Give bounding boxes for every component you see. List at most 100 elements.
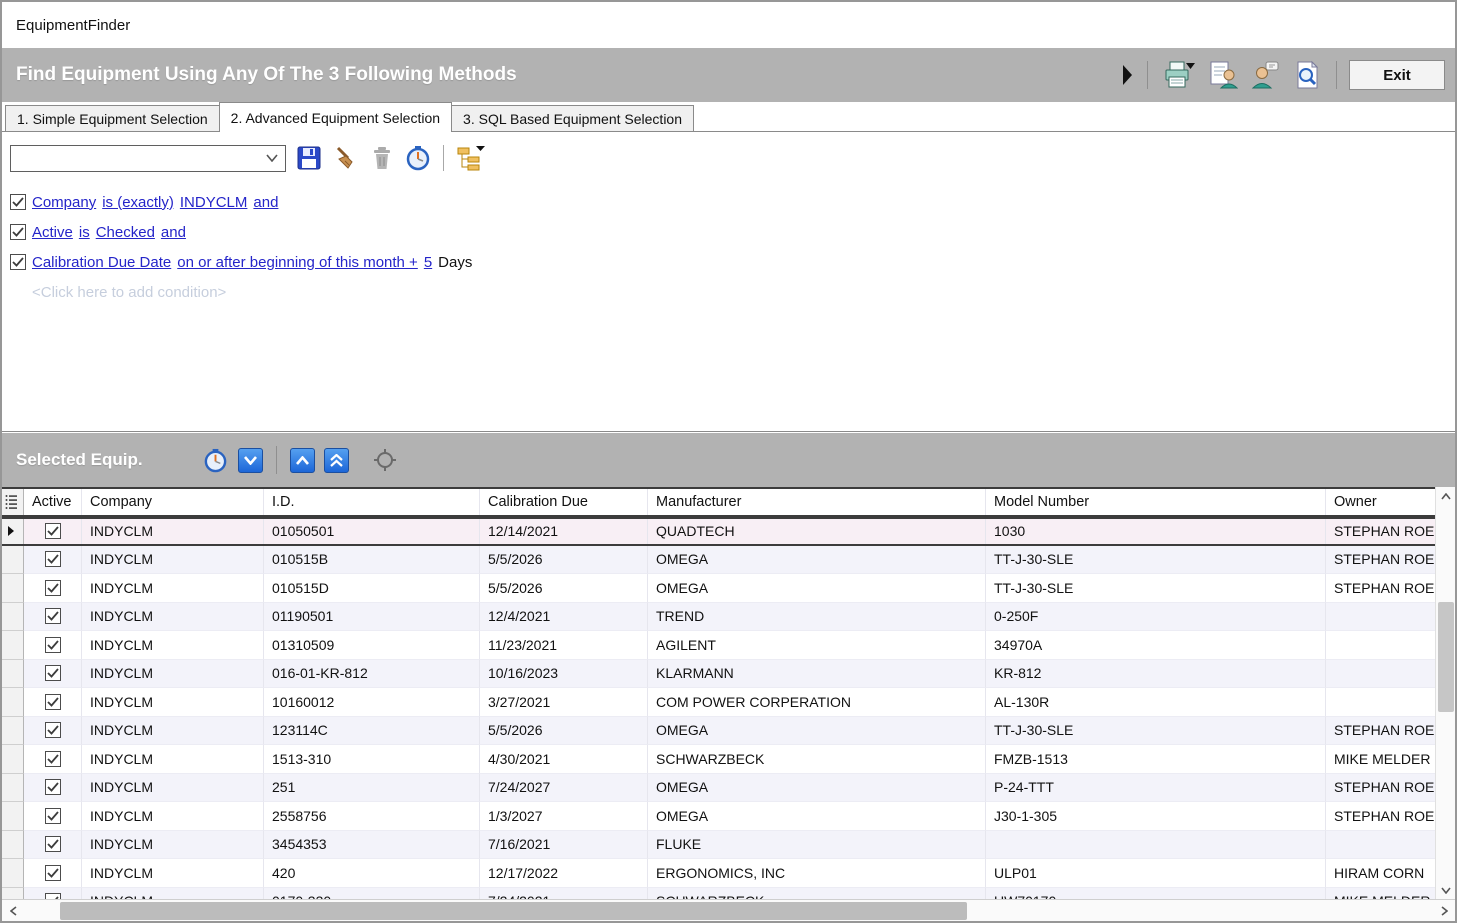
row-active-checkbox[interactable] xyxy=(45,779,61,795)
run-button[interactable] xyxy=(1119,62,1135,88)
row-selector[interactable] xyxy=(2,802,24,831)
row-active-checkbox[interactable] xyxy=(45,836,61,852)
row-selector[interactable] xyxy=(2,717,24,746)
timer-button[interactable] xyxy=(202,447,229,474)
horizontal-scrollbar[interactable] xyxy=(2,899,1455,921)
row-active-checkbox[interactable] xyxy=(45,580,61,596)
condition-term[interactable]: on or after beginning of this month + xyxy=(177,254,418,271)
scroll-left-arrow[interactable] xyxy=(2,900,24,922)
row-selector[interactable] xyxy=(2,574,24,603)
move-down-button[interactable] xyxy=(238,448,263,473)
condition-checkbox[interactable] xyxy=(10,224,26,240)
table-row[interactable]: INDYCLM0105050112/14/2021QUADTECH1030STE… xyxy=(2,517,1435,546)
timer-filter-button[interactable] xyxy=(404,144,432,172)
row-selector[interactable] xyxy=(2,631,24,660)
row-selector[interactable] xyxy=(2,519,24,544)
user-query-button[interactable] xyxy=(1248,58,1282,92)
save-filter-button[interactable] xyxy=(295,144,323,172)
row-active-checkbox[interactable] xyxy=(45,722,61,738)
table-row[interactable]: INDYCLM010515D5/5/2026OMEGATT-J-30-SLEST… xyxy=(2,574,1435,603)
vertical-scrollbar[interactable] xyxy=(1435,487,1455,899)
horizontal-scroll-thumb[interactable] xyxy=(60,902,967,920)
scroll-right-arrow[interactable] xyxy=(1433,900,1455,922)
saved-filter-combobox[interactable] xyxy=(10,145,286,172)
tree-view-button[interactable] xyxy=(455,143,487,173)
row-selector[interactable] xyxy=(2,603,24,632)
cell-company: INDYCLM xyxy=(82,802,264,831)
preview-button[interactable] xyxy=(1290,58,1324,92)
row-selector[interactable] xyxy=(2,745,24,774)
condition-term[interactable]: Checked xyxy=(96,224,155,241)
row-active-checkbox[interactable] xyxy=(45,865,61,881)
row-selector[interactable] xyxy=(2,774,24,803)
row-active-checkbox[interactable] xyxy=(45,808,61,824)
scroll-up-arrow[interactable] xyxy=(1436,487,1456,505)
row-active-checkbox[interactable] xyxy=(45,608,61,624)
add-condition-prompt[interactable]: <Click here to add condition> xyxy=(10,277,1447,307)
condition-term[interactable]: Company xyxy=(32,194,96,211)
table-row[interactable]: INDYCLM34543537/16/2021FLUKE xyxy=(2,831,1435,860)
row-selector[interactable] xyxy=(2,859,24,888)
table-row[interactable]: INDYCLM1513-3104/30/2021SCHWARZBECKFMZB-… xyxy=(2,745,1435,774)
row-active-checkbox[interactable] xyxy=(45,694,61,710)
row-selector[interactable] xyxy=(2,546,24,575)
table-row[interactable]: INDYCLM25587561/3/2027OMEGAJ30-1-305STEP… xyxy=(2,802,1435,831)
delete-filter-button[interactable] xyxy=(369,144,395,172)
condition-term[interactable]: INDYCLM xyxy=(180,194,248,211)
column-header-active[interactable]: Active xyxy=(24,489,82,515)
tab-3[interactable]: 3. SQL Based Equipment Selection xyxy=(451,105,694,132)
row-selector[interactable] xyxy=(2,831,24,860)
condition-term[interactable]: Active xyxy=(32,224,73,241)
condition-checkbox[interactable] xyxy=(10,254,26,270)
table-row[interactable]: INDYCLM42012/17/2022ERGONOMICS, INCULP01… xyxy=(2,859,1435,888)
cell-model xyxy=(986,831,1326,860)
table-row[interactable]: INDYCLM016-01-KR-81210/16/2023KLARMANNKR… xyxy=(2,660,1435,689)
print-button[interactable] xyxy=(1160,58,1198,92)
column-header-manufacturer[interactable]: Manufacturer xyxy=(648,489,986,515)
column-header-selector[interactable] xyxy=(2,489,24,515)
column-header-company[interactable]: Company xyxy=(82,489,264,515)
tab-1[interactable]: 1. Simple Equipment Selection xyxy=(5,105,220,132)
table-row[interactable]: INDYCLM0170-3307/24/2021SCHWARZBECKUW701… xyxy=(2,888,1435,900)
column-header-model[interactable]: Model Number xyxy=(986,489,1326,515)
cell-owner: STEPHAN ROE xyxy=(1326,519,1435,544)
scroll-down-arrow[interactable] xyxy=(1436,881,1456,899)
column-header-id[interactable]: I.D. xyxy=(264,489,480,515)
row-active-checkbox[interactable] xyxy=(45,751,61,767)
table-row[interactable]: INDYCLM101600123/27/2021COM POWER CORPER… xyxy=(2,688,1435,717)
table-row[interactable]: INDYCLM010515B5/5/2026OMEGATT-J-30-SLEST… xyxy=(2,546,1435,575)
exit-button[interactable]: Exit xyxy=(1349,60,1445,90)
condition-term[interactable]: and xyxy=(161,224,186,241)
vertical-scroll-thumb[interactable] xyxy=(1438,602,1454,712)
move-top-button[interactable] xyxy=(324,448,349,473)
condition-checkbox[interactable] xyxy=(10,194,26,210)
table-row[interactable]: INDYCLM0119050112/4/2021TREND0-250F xyxy=(2,603,1435,632)
row-active-checkbox[interactable] xyxy=(45,523,61,539)
cell-owner xyxy=(1326,603,1435,632)
row-active-checkbox[interactable] xyxy=(45,637,61,653)
locate-button[interactable] xyxy=(372,447,398,473)
report-user-button[interactable] xyxy=(1206,58,1240,92)
table-row[interactable]: INDYCLM123114C5/5/2026OMEGATT-J-30-SLEST… xyxy=(2,717,1435,746)
clear-filter-button[interactable] xyxy=(332,144,360,172)
cell-owner: STEPHAN ROE xyxy=(1326,802,1435,831)
condition-term[interactable]: is xyxy=(79,224,90,241)
move-up-button[interactable] xyxy=(290,448,315,473)
table-row[interactable]: INDYCLM0131050911/23/2021AGILENT34970A xyxy=(2,631,1435,660)
table-row[interactable]: INDYCLM2517/24/2027OMEGAP-24-TTTSTEPHAN … xyxy=(2,774,1435,803)
cell-model: KR-812 xyxy=(986,660,1326,689)
column-header-cal_due[interactable]: Calibration Due xyxy=(480,489,648,515)
row-active-checkbox[interactable] xyxy=(45,665,61,681)
column-header-owner[interactable]: Owner xyxy=(1326,489,1435,515)
condition-term[interactable]: is (exactly) xyxy=(102,194,174,211)
printer-icon xyxy=(1162,60,1196,90)
condition-term[interactable]: Calibration Due Date xyxy=(32,254,171,271)
row-selector[interactable] xyxy=(2,660,24,689)
row-selector[interactable] xyxy=(2,888,24,900)
cell-id: 2558756 xyxy=(264,802,480,831)
tab-2[interactable]: 2. Advanced Equipment Selection xyxy=(219,102,452,132)
condition-term[interactable]: 5 xyxy=(424,254,432,271)
condition-term[interactable]: and xyxy=(253,194,278,211)
row-active-checkbox[interactable] xyxy=(45,551,61,567)
row-selector[interactable] xyxy=(2,688,24,717)
